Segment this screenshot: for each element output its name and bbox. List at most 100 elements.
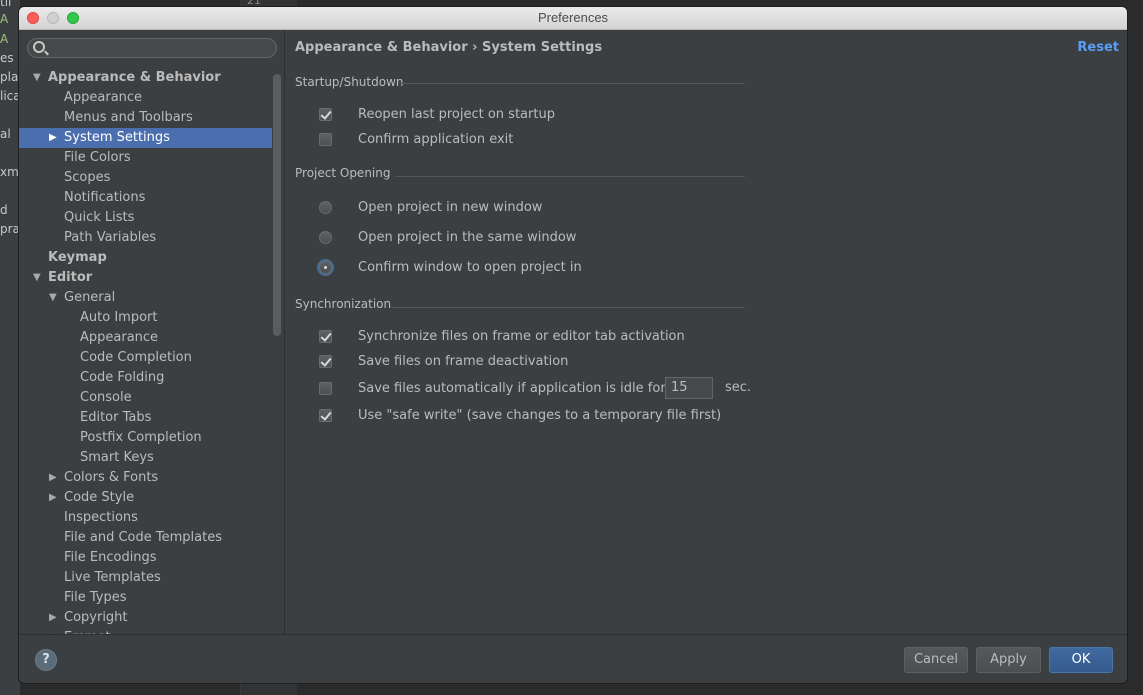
settings-sidebar: ▼ Appearance & Behavior Appearance Menus an… [19,30,285,634]
section-sync-title: Synchronization [295,297,392,311]
tree-item-label: Colors & Fonts [64,470,159,485]
expand-right-icon[interactable]: ▶ [49,488,59,508]
tree-item-label: Keymap [48,250,107,265]
expand-down-icon[interactable]: ▼ [33,70,43,88]
sync-frame-label[interactable]: Synchronize files on frame or editor tab… [358,328,685,346]
tree-item[interactable]: Notifications [19,188,272,208]
tree-item-label: Scopes [64,170,111,185]
expand-right-icon[interactable]: ▶ [49,608,59,628]
idle-seconds-field[interactable]: 15 [665,377,713,399]
title-bar[interactable]: Preferences [19,7,1127,30]
tree-item[interactable]: Menus and Toolbars [19,108,272,128]
tree-item[interactable]: Path Variables [19,228,272,248]
tree-item[interactable]: Code Folding [19,368,272,388]
expand-down-icon[interactable]: ▼ [33,268,43,288]
open-new-window-radio[interactable] [319,201,332,214]
tree-item-label: Postfix Completion [80,430,202,445]
ok-button[interactable]: OK [1049,647,1113,673]
tree-item[interactable]: Keymap [19,248,272,268]
tree-item-label: General [64,290,116,305]
tree-item-label: Live Templates [64,570,161,585]
tree-item-label: Copyright [64,610,128,625]
tree-item[interactable]: Code Completion [19,348,272,368]
tree-item[interactable]: ▶ Copyright [19,608,272,628]
cancel-button[interactable]: Cancel [904,647,968,673]
expand-right-icon[interactable]: ▶ [49,128,59,148]
tree-item[interactable]: Editor Tabs [19,408,272,428]
tree-item-label: Inspections [64,510,138,525]
open-same-window-radio[interactable] [319,231,332,244]
tree-item-label: Editor [48,270,93,285]
tree-item-label: File Encodings [64,550,157,565]
section-divider [391,307,745,308]
safe-write-checkbox[interactable] [319,409,332,422]
tree-item[interactable]: File and Code Templates [19,528,272,548]
safe-write-label[interactable]: Use "safe write" (save changes to a temp… [358,407,721,425]
settings-search[interactable] [27,38,277,58]
dialog-footer: ? Cancel Apply OK [19,634,1127,683]
reopen-project-checkbox[interactable] [319,108,332,121]
bg-fragment: d [0,203,8,217]
tree-item-label: File Types [64,590,127,605]
settings-content: Appearance & Behavior › System Settings … [285,30,1127,634]
bg-fragment: A [0,32,9,46]
save-idle-label[interactable]: Save files automatically if application … [358,380,666,398]
tree-item-label: Editor Tabs [80,410,152,425]
background-project-panel: til A A es plat lica al xml d prar [0,0,25,695]
tree-item[interactable]: Inspections [19,508,272,528]
help-button[interactable]: ? [35,649,57,671]
tree-item-label: Appearance & Behavior [48,70,221,85]
tree-item-label: Appearance [80,330,159,345]
tree-item[interactable]: File Colors [19,148,272,168]
section-divider [395,176,745,177]
tree-item[interactable]: ▼ General [19,288,272,308]
tree-item-label: File Colors [64,150,131,165]
tree-item[interactable]: Live Templates [19,568,272,588]
tree-item[interactable]: Appearance [19,328,272,348]
expand-down-icon[interactable]: ▼ [49,288,59,308]
tree-item-label: Console [80,390,132,405]
tree-item-label: Appearance [64,90,143,105]
section-project-opening-title: Project Opening [295,166,391,180]
seconds-unit-label: sec. [725,380,752,395]
tree-item[interactable]: Appearance [19,88,272,108]
tree-item[interactable]: Console [19,388,272,408]
save-deactivation-label[interactable]: Save files on frame deactivation [358,353,568,371]
window-title: Preferences [537,10,609,25]
tree-item[interactable]: ▶ System Settings [19,128,272,148]
tree-item-label: Path Variables [64,230,157,245]
bg-fragment: al [0,127,11,141]
tree-scrollbar[interactable] [273,74,281,336]
expand-right-icon[interactable]: ▶ [49,468,59,488]
breadcrumb: Appearance & Behavior › System Settings [295,40,603,55]
apply-button[interactable]: Apply [976,647,1041,673]
reopen-project-label[interactable]: Reopen last project on startup [358,106,555,124]
tree-item[interactable]: Postfix Completion [19,428,272,448]
tree-item-label: Quick Lists [64,210,135,225]
tree-item-label: Notifications [64,190,146,205]
sync-frame-checkbox[interactable] [319,330,332,343]
open-new-window-label[interactable]: Open project in new window [358,199,542,217]
confirm-window-radio[interactable] [319,261,332,274]
reset-link[interactable]: Reset [1077,40,1119,55]
tree-item-label: Code Completion [80,350,192,365]
confirm-window-label[interactable]: Confirm window to open project in [358,259,582,277]
tree-item[interactable]: ▼ Appearance & Behavior [19,70,272,88]
tree-item[interactable]: Auto Import [19,308,272,328]
tree-item[interactable]: Quick Lists [19,208,272,228]
tree-item[interactable]: File Types [19,588,272,608]
save-idle-checkbox[interactable] [319,382,332,395]
tree-item[interactable]: ▶ Colors & Fonts [19,468,272,488]
tree-item[interactable]: ▼ Editor [19,268,272,288]
open-same-window-label[interactable]: Open project in the same window [358,229,576,247]
tree-item[interactable]: Scopes [19,168,272,188]
save-deactivation-checkbox[interactable] [319,355,332,368]
confirm-exit-checkbox[interactable] [319,133,332,146]
confirm-exit-label[interactable]: Confirm application exit [358,131,513,149]
tree-item[interactable]: ▶ Code Style [19,488,272,508]
search-input[interactable] [50,40,274,58]
bg-fragment: til [0,0,12,9]
search-icon [33,41,45,53]
tree-item[interactable]: File Encodings [19,548,272,568]
tree-item[interactable]: Smart Keys [19,448,272,468]
